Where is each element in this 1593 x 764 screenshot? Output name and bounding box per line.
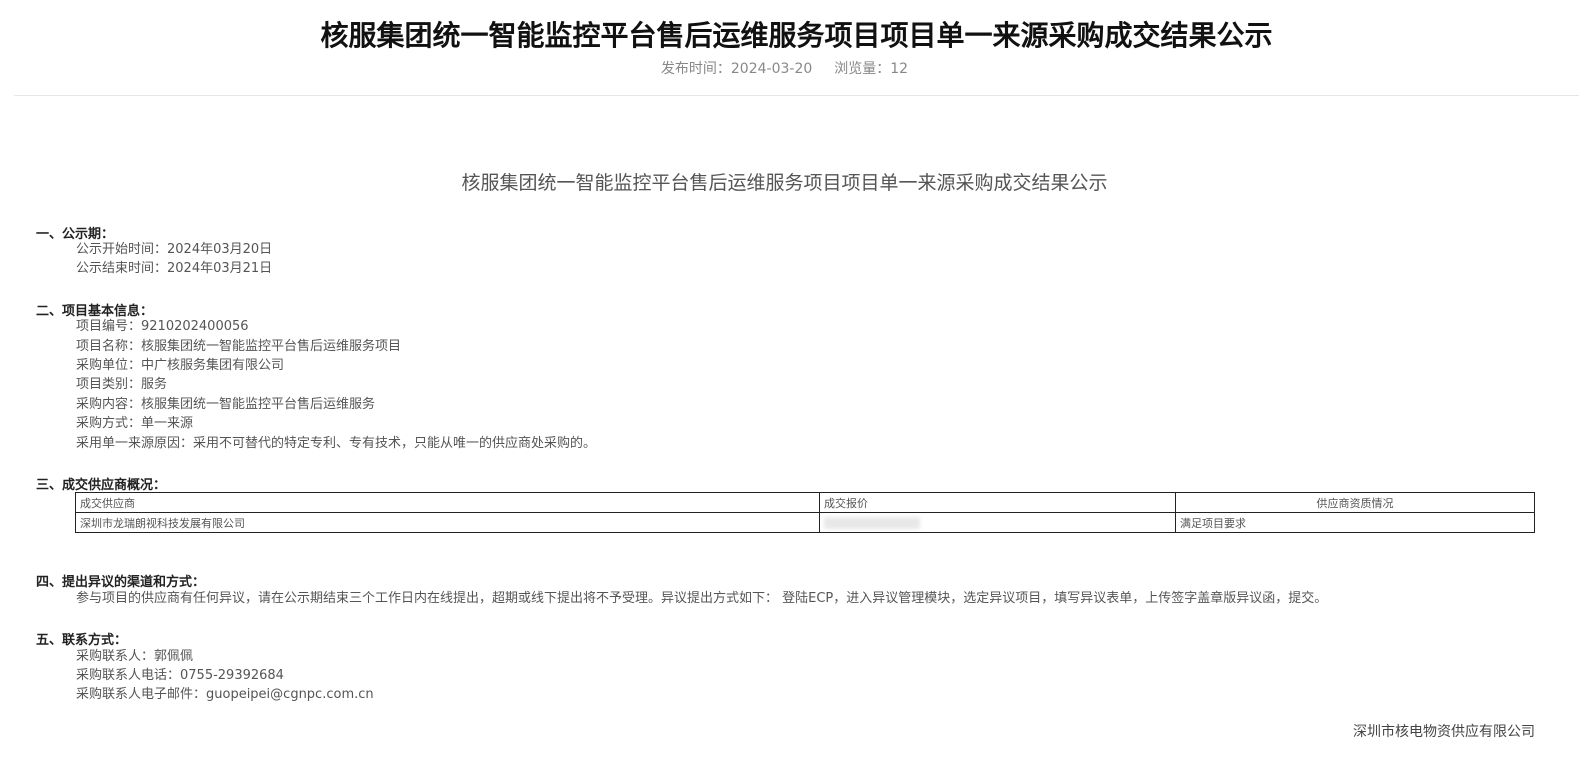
objection-text: 参与项目的供应商有任何异议，请在公示期结束三个工作日内在线提出，超期或线下提出将… <box>76 591 1328 606</box>
column-header-qualification: 供应商资质情况 <box>1175 492 1535 513</box>
table-row: 深圳市龙瑞朗视科技发展有限公司 满足项目要求 <box>75 512 1535 533</box>
views-label: 浏览量： <box>834 61 891 77</box>
contact-phone: 采购联系人电话：0755-29392684 <box>76 668 284 683</box>
views-count: 12 <box>890 61 909 77</box>
column-header-supplier: 成交供应商 <box>75 492 820 513</box>
supplier-name: 深圳市龙瑞朗视科技发展有限公司 <box>75 512 820 533</box>
project-number: 项目编号：9210202400056 <box>76 319 249 334</box>
section-heading-contact: 五、联系方式： <box>36 633 128 648</box>
contact-email: 采购联系人电子邮件：guopeipei@cgnpc.com.cn <box>76 687 374 702</box>
page-title: 核服集团统一智能监控平台售后运维服务项目项目单一来源采购成交结果公示 <box>320 19 1273 52</box>
procurement-method: 采购方式：单一来源 <box>76 416 194 431</box>
contact-person: 采购联系人：郭佩佩 <box>76 649 194 664</box>
section-heading-objection: 四、提出异议的渠道和方式： <box>36 575 206 590</box>
procurement-content: 采购内容：核服集团统一智能监控平台售后运维服务 <box>76 397 376 412</box>
document-title: 核服集团统一智能监控平台售后运维服务项目项目单一来源采购成交结果公示 <box>461 172 1108 194</box>
section-heading-period: 一、公示期： <box>36 227 115 242</box>
purchaser: 采购单位：中广核服务集团有限公司 <box>76 358 285 373</box>
supplier-price <box>819 512 1176 533</box>
table-header-row: 成交供应商 成交报价 供应商资质情况 <box>75 492 1535 513</box>
period-start: 公示开始时间：2024年03月20日 <box>76 242 273 257</box>
supplier-table: 成交供应商 成交报价 供应商资质情况 深圳市龙瑞朗视科技发展有限公司 满足项目要… <box>75 492 1535 533</box>
header-divider <box>14 95 1579 96</box>
single-source-reason: 采用单一来源原因：采用不可替代的特定专利、专有技术，只能从唯一的供应商处采购的。 <box>76 436 597 451</box>
section-heading-basic: 二、项目基本信息： <box>36 304 154 319</box>
supplier-qualification: 满足项目要求 <box>1175 512 1535 533</box>
redacted-price <box>824 517 920 529</box>
column-header-price: 成交报价 <box>819 492 1176 513</box>
publish-date: 2024-03-20 <box>730 61 813 77</box>
publish-label: 发布时间： <box>660 61 731 77</box>
section-heading-supplier: 三、成交供应商概况： <box>36 478 167 493</box>
publish-meta: 发布时间：2024-03-20 浏览量：12 <box>0 58 1569 78</box>
project-name: 项目名称：核服集团统一智能监控平台售后运维服务项目 <box>76 339 402 354</box>
period-end: 公示结束时间：2024年03月21日 <box>76 261 273 276</box>
project-category: 项目类别：服务 <box>76 377 168 392</box>
footer-organization: 深圳市核电物资供应有限公司 <box>1353 724 1535 740</box>
